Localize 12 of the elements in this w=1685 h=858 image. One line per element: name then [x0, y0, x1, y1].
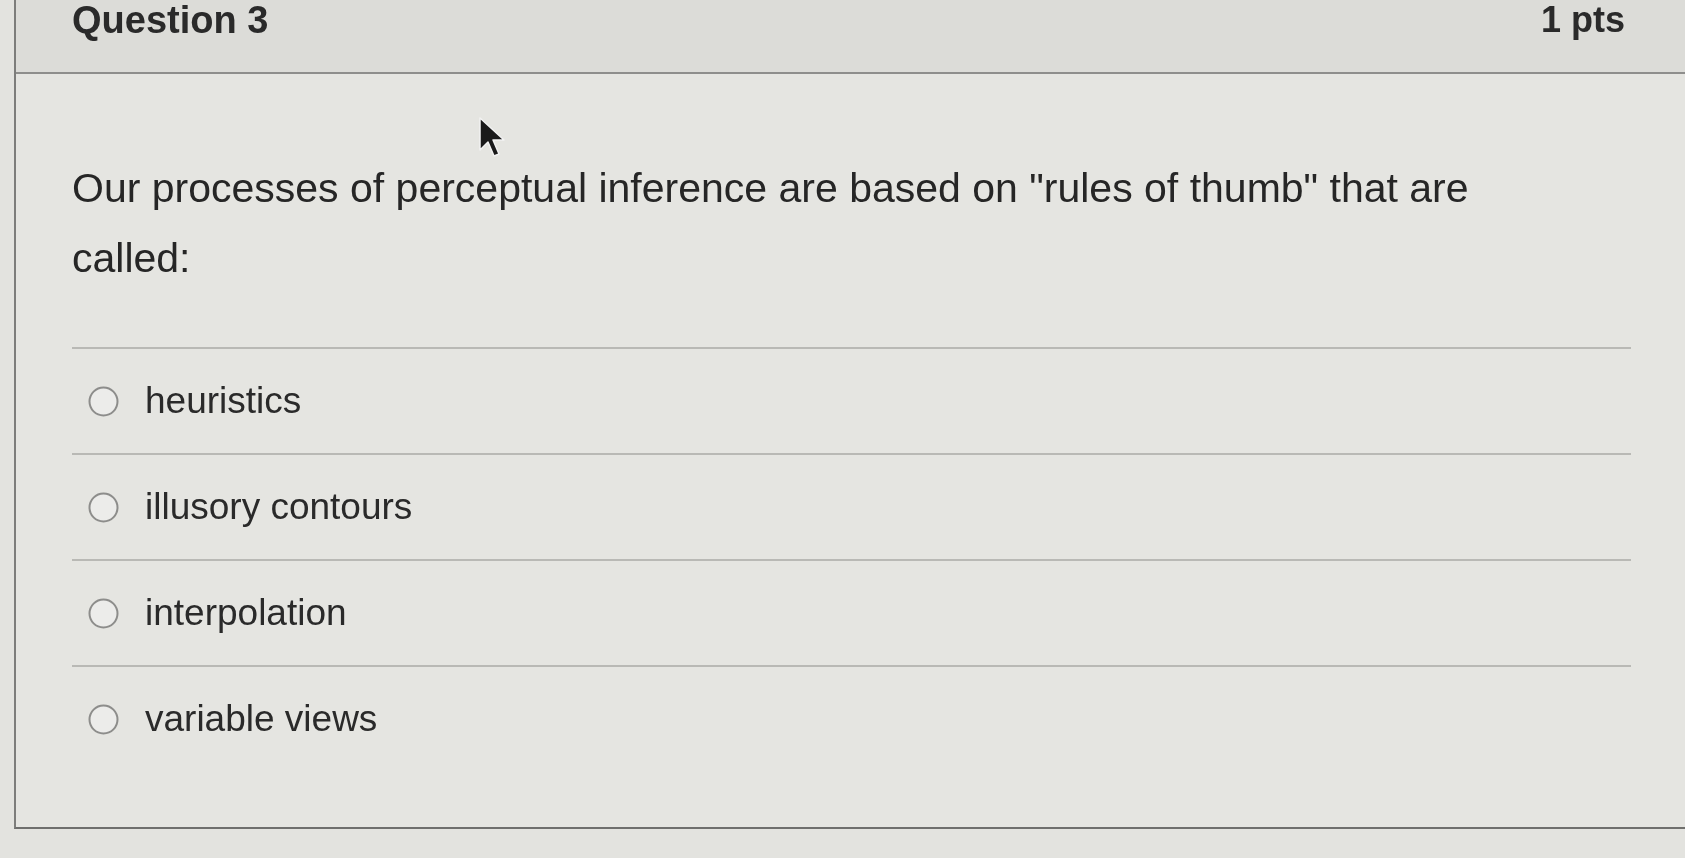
answer-label[interactable]: illusory contours	[145, 485, 413, 529]
answer-label[interactable]: heuristics	[145, 379, 302, 423]
radio-button[interactable]	[88, 597, 119, 629]
question-text: Our processes of perceptual inference are based on "rules of thumb" that are called:	[72, 164, 1470, 283]
radio-button[interactable]	[88, 703, 119, 735]
radio-button[interactable]	[88, 491, 119, 523]
answer-label[interactable]: variable views	[145, 697, 378, 741]
radio-button[interactable]	[88, 385, 119, 417]
question-title: Question 3	[72, 0, 269, 40]
points-label: 1 pts	[1540, 0, 1625, 40]
answer-label[interactable]: interpolation	[145, 591, 347, 635]
cursor-icon	[478, 116, 506, 160]
